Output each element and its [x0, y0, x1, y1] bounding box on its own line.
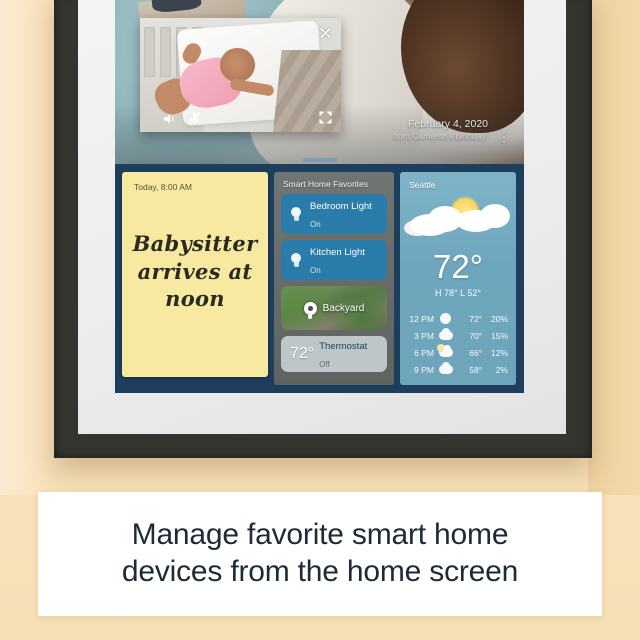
lightbulb-icon	[290, 206, 302, 222]
forecast-precip: 20%	[490, 313, 508, 324]
cloud-icon	[434, 362, 458, 374]
cloud-shape	[456, 210, 496, 232]
photo-detail-hair	[401, 0, 524, 134]
smart-home-widget: Smart Home Favorites Bedroom Light On Ki…	[274, 172, 394, 385]
forecast-time: 9 PM	[414, 364, 434, 375]
dot	[502, 130, 506, 134]
device-state: Off	[319, 360, 330, 369]
device-tile-bedroom-light[interactable]: Bedroom Light On	[281, 194, 387, 234]
camera-icon	[303, 301, 317, 319]
photo-subtitle: from Cameron's birthday!	[392, 131, 488, 142]
weather-widget[interactable]: Seattle 72° H 78° L 52° 12 PM 72° 20% 3 …	[400, 172, 516, 385]
weather-high-low: H 78° L 52°	[435, 288, 481, 298]
thermostat-temperature: 72°	[290, 345, 315, 362]
device-tile-text: Bedroom Light On	[310, 196, 372, 233]
mic-muted-icon[interactable]	[188, 111, 202, 125]
more-options-icon[interactable]	[498, 127, 510, 147]
weather-forecast-list: 12 PM 72° 20% 3 PM 70° 15% 6 PM 66° 12% …	[400, 310, 516, 378]
forecast-row: 12 PM 72° 20%	[408, 310, 508, 327]
caption-text: Manage favorite smart home devices from …	[122, 517, 518, 590]
forecast-temp: 58°	[469, 364, 483, 375]
forecast-temp: 66°	[469, 347, 483, 358]
camera-feed-card[interactable]	[140, 18, 341, 132]
sun-icon	[434, 313, 458, 324]
weather-city: Seattle	[409, 180, 436, 190]
product-image: February 4, 2020 from Cameron's birthday…	[0, 0, 640, 640]
forecast-row: 3 PM 70° 15%	[408, 327, 508, 344]
forecast-precip: 15%	[490, 330, 508, 341]
caption-line-2: devices from the home screen	[121, 555, 519, 588]
crib-bar	[144, 27, 155, 77]
forecast-row: 6 PM 66° 12%	[408, 344, 508, 361]
thermostat-text: Thermostat Off	[319, 336, 367, 371]
device-tile-kitchen-light[interactable]: Kitchen Light On	[281, 240, 387, 280]
speaker-icon[interactable]	[162, 112, 176, 126]
device-name: Kitchen Light	[310, 246, 365, 258]
caption-card: Manage favorite smart home devices from …	[38, 492, 602, 616]
forecast-precip: 12%	[490, 347, 508, 358]
forecast-time: 12 PM	[409, 313, 434, 324]
forecast-temp: 72°	[469, 313, 483, 324]
smart-home-title: Smart Home Favorites	[283, 179, 369, 189]
forecast-temp: 70°	[469, 330, 483, 341]
weather-temperature: 72°	[433, 248, 483, 285]
partly-cloudy-icon	[434, 344, 458, 357]
widget-drag-handle[interactable]	[302, 158, 337, 162]
forecast-row: 9 PM 58° 2%	[408, 361, 508, 378]
weather-illustration	[400, 190, 516, 248]
lightbulb-icon	[290, 252, 302, 268]
close-icon[interactable]	[319, 26, 332, 39]
caption-line-1: Manage favorite smart home	[131, 518, 509, 552]
dot	[502, 135, 506, 139]
dot	[502, 140, 506, 144]
device-name: Bedroom Light	[310, 200, 372, 212]
device-screen: February 4, 2020 from Cameron's birthday…	[115, 0, 524, 393]
photo-metadata: February 4, 2020 from Cameron's birthday…	[393, 118, 488, 142]
device-tile-thermostat[interactable]: 72° Thermostat Off	[281, 336, 387, 372]
background-right	[588, 0, 640, 495]
device-name: Backyard	[322, 302, 365, 314]
forecast-time: 6 PM	[414, 347, 434, 358]
device-state: On	[310, 220, 321, 229]
background-left	[0, 0, 56, 495]
forecast-time: 3 PM	[414, 330, 434, 341]
note-timestamp: Today, 8:00 AM	[134, 182, 192, 192]
device-tile-backyard-camera[interactable]: Backyard	[281, 286, 387, 330]
forecast-precip: 2%	[495, 364, 508, 375]
photo-date: February 4, 2020	[408, 118, 488, 131]
note-widget[interactable]: Today, 8:00 AM Babysitter arrives at noo…	[122, 172, 268, 377]
device-name: Thermostat	[319, 341, 368, 353]
note-body: Babysitter arrives at noon	[132, 231, 258, 312]
cloud-icon	[434, 328, 458, 340]
baby-head	[220, 47, 255, 82]
widget-rail: Today, 8:00 AM Babysitter arrives at noo…	[115, 164, 524, 393]
expand-icon[interactable]	[319, 111, 332, 124]
device-tile-text: Kitchen Light On	[310, 242, 365, 279]
crib-bar	[160, 27, 171, 77]
device-state: On	[310, 266, 321, 275]
